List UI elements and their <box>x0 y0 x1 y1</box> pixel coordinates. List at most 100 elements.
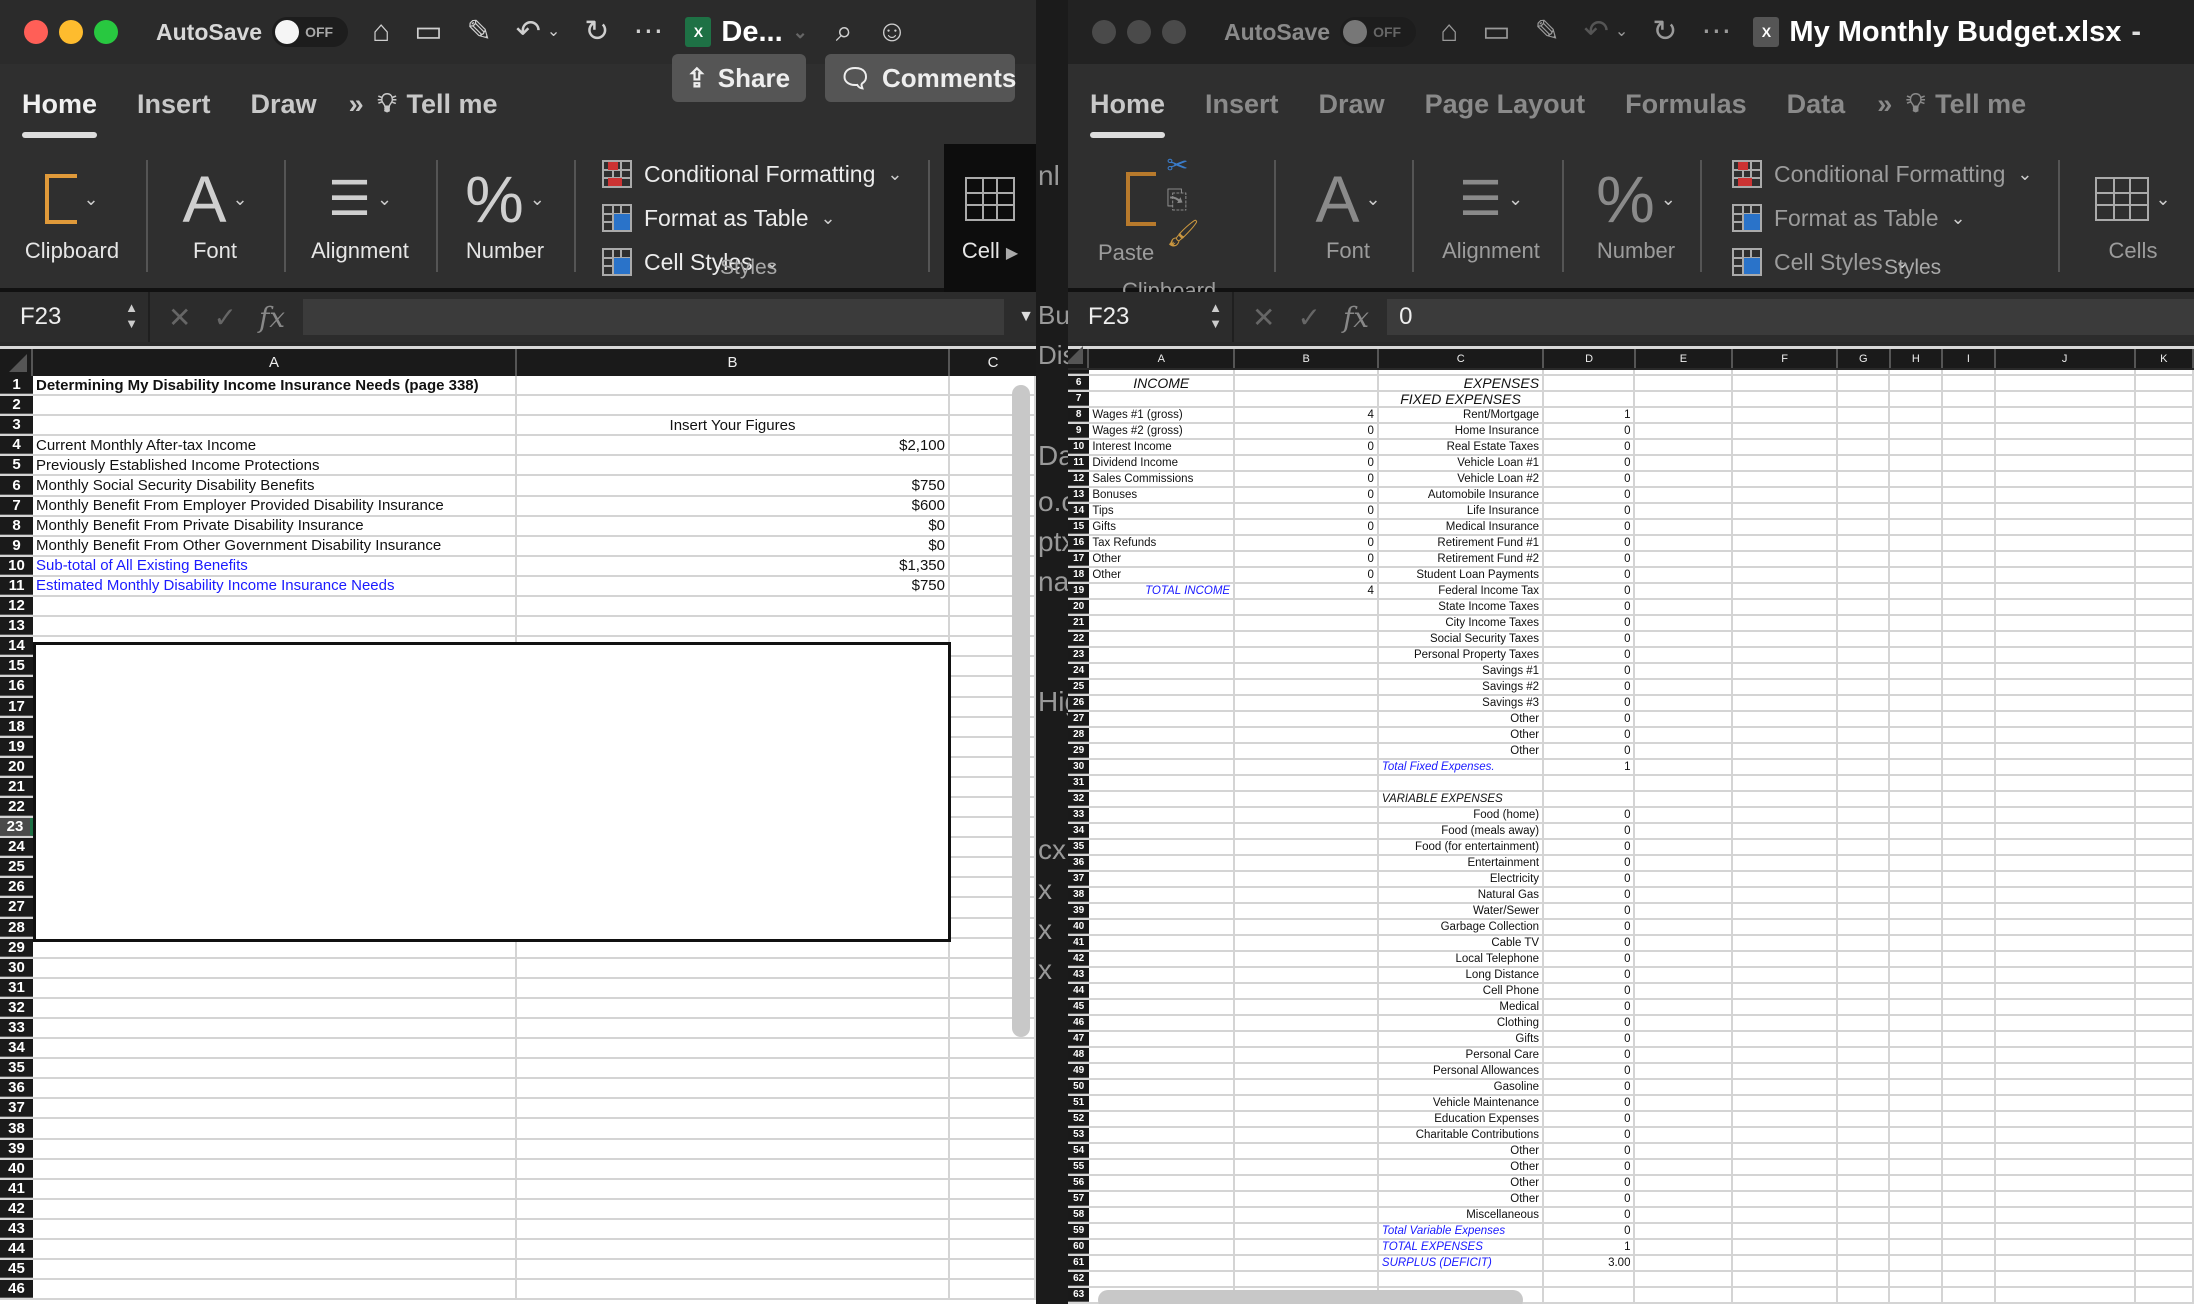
cell-b[interactable] <box>1235 1208 1379 1222</box>
cell-a[interactable] <box>33 1199 517 1218</box>
cell-c[interactable]: Savings #3 <box>1379 696 1545 710</box>
cell-f[interactable] <box>1733 728 1838 742</box>
cell-b[interactable] <box>517 1159 950 1178</box>
cell-c[interactable]: Rent/Mortgage <box>1379 408 1545 422</box>
row-header[interactable]: 44 <box>0 1240 33 1259</box>
cell-b[interactable]: $2,100 <box>517 436 950 455</box>
cell-e[interactable] <box>1635 872 1733 886</box>
row-header[interactable]: 19 <box>0 737 33 756</box>
cell-b[interactable] <box>1235 1064 1379 1078</box>
cell-j[interactable] <box>1996 1128 2136 1142</box>
row-header[interactable]: 17 <box>0 697 33 716</box>
cell-k[interactable] <box>2136 856 2194 870</box>
cell-d[interactable]: 0 <box>1544 952 1636 966</box>
cell-i[interactable] <box>1943 776 1996 790</box>
cell-a[interactable] <box>1089 712 1236 726</box>
cell-b[interactable] <box>1235 1144 1379 1158</box>
cell-g[interactable] <box>1838 568 1891 582</box>
cell-e[interactable] <box>1635 472 1733 486</box>
cell-d[interactable]: 0 <box>1544 1096 1636 1110</box>
row-header[interactable]: 13 <box>0 617 33 636</box>
cell-c[interactable] <box>950 1260 1036 1279</box>
cell-f[interactable] <box>1733 696 1838 710</box>
cell[interactable] <box>1089 370 1236 374</box>
cell-g[interactable] <box>1838 1128 1891 1142</box>
row-header[interactable]: 42 <box>1068 952 1090 966</box>
row-header[interactable]: 16 <box>0 677 33 696</box>
row-header[interactable]: 15 <box>0 657 33 676</box>
cell-k[interactable] <box>2136 1208 2194 1222</box>
cell-a[interactable]: Monthly Benefit From Other Government Di… <box>33 536 517 555</box>
cell-d[interactable]: 0 <box>1544 648 1636 662</box>
cell[interactable] <box>1838 370 1891 374</box>
clipboard-group[interactable]: ⌄ Clipboard <box>20 144 124 292</box>
cell-d[interactable]: 0 <box>1544 1176 1636 1190</box>
cell-c[interactable]: Clothing <box>1379 1016 1545 1030</box>
cell-d[interactable] <box>1544 376 1636 390</box>
row-header[interactable]: 30 <box>1068 760 1090 774</box>
cell-c[interactable] <box>950 1059 1036 1078</box>
cell-k[interactable] <box>2136 424 2194 438</box>
cell-k[interactable] <box>2136 408 2194 422</box>
cell-d[interactable]: 0 <box>1544 1000 1636 1014</box>
tab-data[interactable]: Data <box>1787 89 1846 120</box>
cell-h[interactable] <box>1890 552 1943 566</box>
row-header[interactable]: 21 <box>0 777 33 796</box>
save-as-icon[interactable]: ✎ <box>1535 17 1560 47</box>
autosave-toggle[interactable]: OFF <box>1340 17 1417 47</box>
cell-d[interactable]: 0 <box>1544 904 1636 918</box>
cell-j[interactable] <box>1996 808 2136 822</box>
cell-d[interactable]: 0 <box>1544 552 1636 566</box>
cell-j[interactable] <box>1996 888 2136 902</box>
cell-c[interactable] <box>950 1219 1036 1239</box>
cell-e[interactable] <box>1635 728 1733 742</box>
cell-h[interactable] <box>1890 424 1943 438</box>
cell-d[interactable]: 0 <box>1544 568 1636 582</box>
format-as-table-button[interactable]: Format as Table ⌄ <box>1732 200 2033 236</box>
tab-home[interactable]: Home <box>22 89 98 138</box>
cell-g[interactable] <box>1838 472 1891 486</box>
cell-e[interactable] <box>1635 1192 1733 1206</box>
cell-d[interactable]: 0 <box>1544 968 1636 982</box>
cell-b[interactable] <box>1235 968 1379 982</box>
tab-insert[interactable]: Insert <box>137 89 211 120</box>
cell-a[interactable] <box>1089 600 1236 614</box>
cell-j[interactable] <box>1996 664 2136 678</box>
cell-g[interactable] <box>1838 680 1891 694</box>
cell-c[interactable]: City Income Taxes <box>1379 616 1545 630</box>
name-box-stepper-icon[interactable]: ▲ ▼ <box>1209 300 1222 332</box>
cell-a[interactable] <box>33 597 517 616</box>
cell-i[interactable] <box>1943 696 1996 710</box>
row-header[interactable]: 56 <box>1068 1176 1090 1190</box>
tab-page-layout[interactable]: Page Layout <box>1425 89 1586 120</box>
cell-a[interactable] <box>1089 1272 1236 1286</box>
cell-a[interactable] <box>1089 1000 1236 1014</box>
cell-c[interactable]: Savings #1 <box>1379 664 1545 678</box>
cell-h[interactable] <box>1890 392 1943 406</box>
row-header[interactable]: 18 <box>1068 568 1090 582</box>
cell-e[interactable] <box>1635 936 1733 950</box>
row-header[interactable]: 32 <box>1068 792 1090 806</box>
cell-i[interactable] <box>1943 472 1996 486</box>
conditional-formatting-button[interactable]: Conditional Formatting ⌄ <box>1732 156 2033 192</box>
cell-g[interactable] <box>1838 616 1891 630</box>
cell-f[interactable] <box>1733 792 1838 806</box>
cell-b[interactable] <box>1235 776 1379 790</box>
cell-e[interactable] <box>1635 984 1733 998</box>
cell-d[interactable]: 0 <box>1544 1080 1636 1094</box>
cell-d[interactable]: 0 <box>1544 632 1636 646</box>
row-header[interactable]: 23 <box>0 818 33 837</box>
cell-h[interactable] <box>1890 1032 1943 1046</box>
home-icon[interactable]: ⌂ <box>372 17 390 47</box>
cell-h[interactable] <box>1890 408 1943 422</box>
cell-i[interactable] <box>1943 664 1996 678</box>
cell-h[interactable] <box>1890 936 1943 950</box>
cell-j[interactable] <box>1996 712 2136 726</box>
cell-d[interactable] <box>1544 1288 1636 1302</box>
cell-i[interactable] <box>1943 632 1996 646</box>
cell-k[interactable] <box>2136 1096 2194 1110</box>
column-header-a[interactable]: A <box>33 349 517 376</box>
cell-e[interactable] <box>1635 568 1733 582</box>
cell-k[interactable] <box>2136 920 2194 934</box>
cell-k[interactable] <box>2136 1064 2194 1078</box>
